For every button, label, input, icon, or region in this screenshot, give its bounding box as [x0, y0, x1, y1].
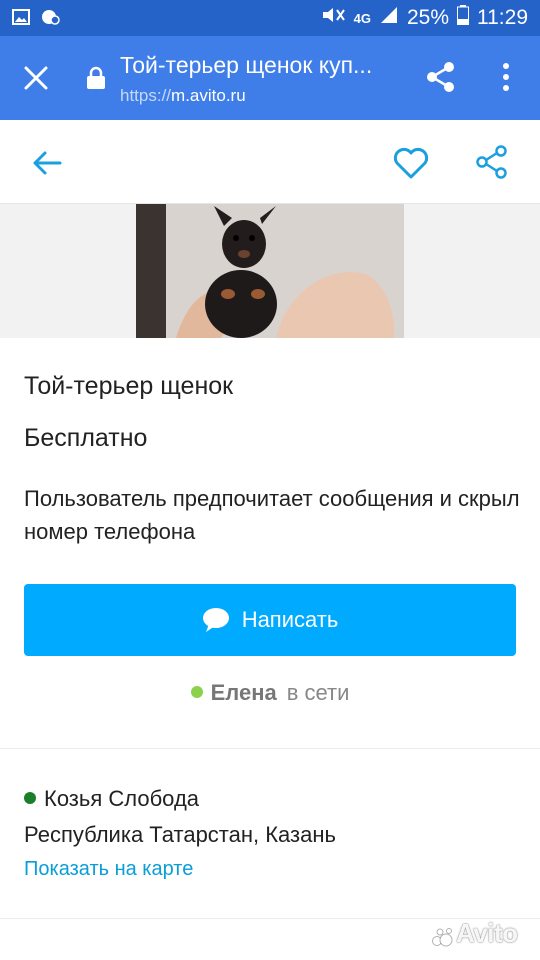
- section-divider: [0, 748, 540, 749]
- share-icon: [427, 62, 454, 92]
- network-type-label: 4G: [353, 10, 371, 26]
- battery-icon: [457, 5, 469, 31]
- mute-icon: [320, 5, 346, 31]
- page-title[interactable]: Той-терьер щенок куп...: [120, 52, 390, 79]
- photo-gallery[interactable]: [0, 204, 540, 338]
- metro-line-dot: [24, 792, 36, 805]
- lock-icon: [86, 66, 106, 90]
- clock: 11:29: [477, 6, 528, 29]
- battery-percent: 25%: [406, 6, 449, 29]
- location-block: Козья Слобода Республика Татарстан, Каза…: [24, 784, 524, 856]
- browser-share-button[interactable]: [424, 60, 458, 94]
- avito-watermark-text: Avito: [456, 918, 518, 948]
- url-host: m.avito.ru: [171, 86, 246, 105]
- url-scheme: https://: [120, 86, 172, 105]
- browser-toolbar: Той-терьер щенок куп... https://m.avito.…: [0, 36, 540, 120]
- browser-menu-button[interactable]: [494, 60, 518, 94]
- write-message-button[interactable]: Написать: [24, 584, 516, 656]
- chat-bubble-icon: [202, 607, 230, 633]
- close-tab-button[interactable]: [20, 62, 52, 94]
- url-bar[interactable]: https://m.avito.ru: [120, 86, 246, 106]
- seller-status: в сети: [286, 680, 350, 705]
- status-notifications: [12, 8, 60, 25]
- favorite-button[interactable]: [393, 146, 429, 180]
- app-toolbar: [0, 120, 540, 204]
- show-on-map-link[interactable]: Показать на карте: [24, 858, 193, 881]
- arrow-left-icon: [33, 151, 62, 175]
- status-bar: 4G 25% 11:29: [0, 0, 540, 36]
- close-icon: [24, 66, 48, 90]
- seller-info[interactable]: Елена в сети: [0, 680, 540, 706]
- back-button[interactable]: [30, 146, 64, 180]
- heart-icon: [393, 147, 429, 179]
- avito-logo-icon: [432, 923, 454, 947]
- status-indicators: 4G 25% 11:29: [320, 0, 528, 36]
- messenger-icon: [40, 8, 60, 25]
- listing-photo[interactable]: [136, 204, 404, 338]
- online-status-dot: [190, 686, 203, 699]
- listing-title: Той-терьер щенок: [24, 372, 234, 400]
- contact-preference-note: Пользователь предпочитает сообщения и ск…: [24, 486, 520, 544]
- metro-line: Козья Слобода: [24, 784, 524, 820]
- share-icon: [476, 145, 507, 179]
- region-city: Республика Татарстан, Казань: [24, 822, 336, 847]
- metro-station: Козья Слобода: [44, 786, 200, 811]
- seller-name[interactable]: Елена: [211, 680, 277, 705]
- listing-share-button[interactable]: [474, 144, 510, 180]
- puppy-photo-illustration: [136, 204, 404, 338]
- write-message-label: Написать: [241, 607, 339, 632]
- listing-price: Бесплатно: [24, 424, 148, 452]
- avito-watermark: Avito: [432, 918, 518, 949]
- image-icon: [12, 8, 30, 25]
- more-vertical-icon: [503, 63, 509, 91]
- signal-icon: [379, 5, 399, 31]
